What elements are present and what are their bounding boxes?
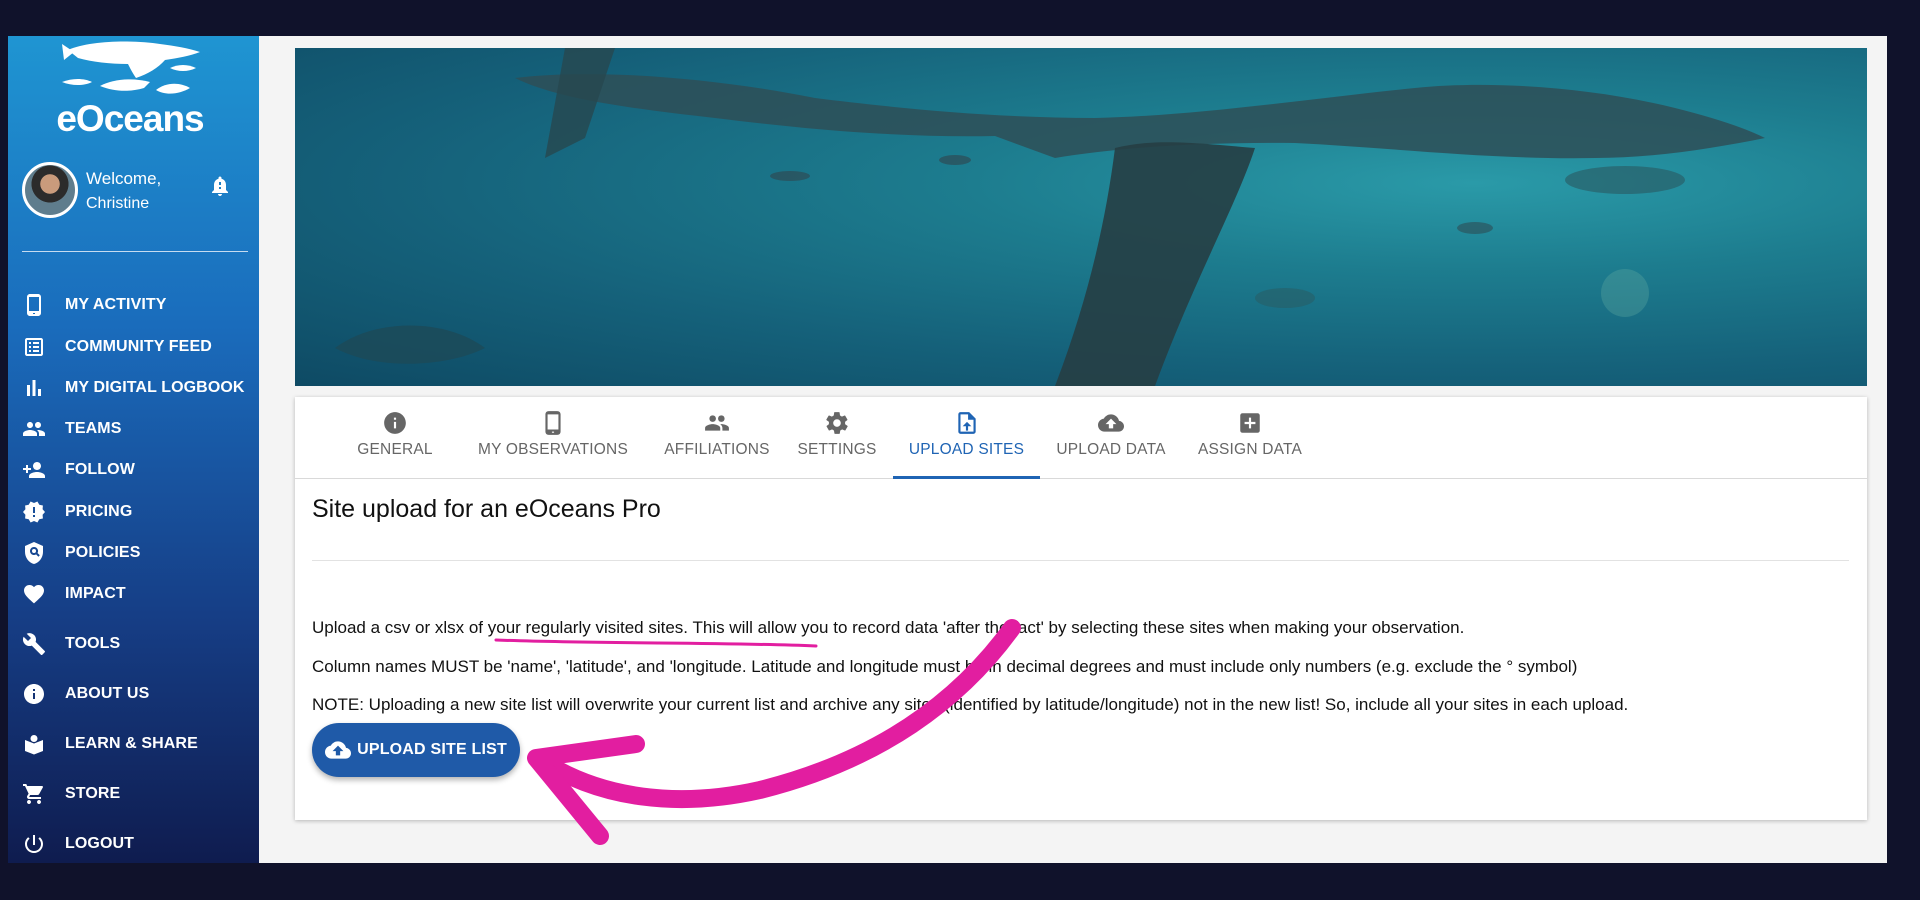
people-icon — [23, 422, 45, 436]
title-divider — [312, 560, 1849, 561]
bell-icon[interactable] — [208, 174, 232, 198]
sidebar-item-label: MY DIGITAL LOGBOOK — [65, 379, 245, 396]
wrench-icon — [22, 633, 45, 655]
sidebar-item-label: STORE — [65, 785, 121, 802]
tab-label: UPLOAD SITES — [908, 441, 1025, 458]
sidebar-item-logout[interactable]: LOGOUT — [22, 828, 252, 860]
app-window: eOceans Welcome, Christine MY ACTIVITY C… — [8, 36, 1887, 863]
tab-label: ASSIGN DATA — [1197, 441, 1303, 458]
tab-my-observations[interactable]: MY OBSERVATIONS — [458, 397, 648, 478]
instruction-paragraph-2: Column names MUST be 'name', 'latitude',… — [312, 657, 1578, 676]
user-panel: Welcome, Christine — [22, 162, 252, 222]
sidebar-item-label: MY ACTIVITY — [65, 296, 167, 313]
badge-icon — [23, 501, 45, 523]
people-icon — [705, 415, 729, 431]
sidebar-item-label: LOGOUT — [65, 835, 135, 852]
sidebar-divider — [22, 251, 248, 252]
sidebar-item-label: IMPACT — [65, 585, 126, 602]
page-title: Site upload for an eOceans Pro — [312, 495, 661, 523]
tab-label: GENERAL — [357, 441, 433, 458]
sidebar-item-label: TOOLS — [65, 635, 121, 652]
cart-icon — [23, 784, 43, 804]
sidebar-item-label: ABOUT US — [65, 685, 150, 702]
tab-label: SETTINGS — [797, 441, 877, 458]
hero-banner-image — [295, 48, 1867, 386]
user-name: Christine — [86, 195, 150, 212]
upload-site-list-button[interactable]: UPLOAD SITE LIST — [312, 723, 520, 777]
sidebar-item-label: TEAMS — [65, 420, 122, 437]
tab-upload-data[interactable]: UPLOAD DATA — [1051, 397, 1171, 478]
add-person-icon — [23, 462, 45, 478]
welcome-text: Welcome, Christine — [86, 166, 161, 216]
whale-shark-logo-icon — [62, 41, 200, 94]
sidebar-item-policies[interactable]: POLICIES — [22, 537, 252, 569]
sidebar-item-label: COMMUNITY FEED — [65, 338, 212, 355]
bar-chart-icon — [27, 380, 41, 396]
sidebar-item-label: FOLLOW — [65, 461, 135, 478]
gear-icon — [826, 412, 848, 434]
feed-icon — [25, 338, 43, 356]
book-icon — [25, 735, 43, 755]
brand-name: eOceans — [56, 98, 204, 139]
add-box-icon — [1240, 413, 1260, 433]
underwater-shark-image — [335, 48, 1765, 386]
tab-general[interactable]: GENERAL — [352, 397, 438, 478]
tab-affiliations[interactable]: AFFILIATIONS — [652, 397, 782, 478]
welcome-label: Welcome, — [86, 169, 162, 188]
tab-assign-data[interactable]: ASSIGN DATA — [1195, 397, 1305, 478]
instruction-paragraph-1: Upload a csv or xlsx of your regularly v… — [312, 618, 1465, 637]
profile-tabs: GENERAL MY OBSERVATIONS AFFILIATIONS SET… — [295, 397, 1867, 479]
sidebar-item-community-feed[interactable]: COMMUNITY FEED — [22, 331, 252, 363]
upload-button-label: UPLOAD SITE LIST — [357, 741, 507, 758]
sidebar-item-impact[interactable]: IMPACT — [22, 578, 252, 610]
shield-icon — [25, 542, 43, 564]
file-upload-icon — [957, 412, 976, 434]
tab-label: MY OBSERVATIONS — [477, 441, 628, 458]
phone-icon — [545, 411, 561, 435]
info-icon — [24, 684, 44, 704]
instruction-paragraph-3: NOTE: Uploading a new site list will ove… — [312, 695, 1629, 714]
tab-label: UPLOAD DATA — [1056, 441, 1166, 458]
sidebar-item-learn-share[interactable]: LEARN & SHARE — [22, 728, 252, 760]
info-icon — [384, 412, 406, 434]
eoceans-logo[interactable]: eOceans — [40, 38, 220, 139]
avatar[interactable] — [22, 162, 78, 218]
sidebar-item-follow[interactable]: FOLLOW — [22, 454, 252, 486]
sidebar-item-tools[interactable]: TOOLS — [22, 628, 252, 660]
sidebar-item-label: POLICIES — [65, 544, 141, 561]
sidebar-item-teams[interactable]: TEAMS — [22, 413, 252, 445]
power-icon — [25, 835, 43, 853]
cloud-upload-icon — [325, 741, 352, 759]
phone-icon — [27, 294, 41, 316]
sidebar-item-my-activity[interactable]: MY ACTIVITY — [22, 289, 252, 321]
sidebar-item-about-us[interactable]: ABOUT US — [22, 678, 252, 710]
sidebar-item-my-digital-logbook[interactable]: MY DIGITAL LOGBOOK — [22, 372, 252, 404]
heart-icon — [24, 585, 44, 604]
upload-sites-card: GENERAL MY OBSERVATIONS AFFILIATIONS SET… — [295, 397, 1867, 820]
sidebar-item-store[interactable]: STORE — [22, 778, 252, 810]
tab-settings[interactable]: SETTINGS — [792, 397, 882, 478]
tab-upload-sites[interactable]: UPLOAD SITES — [893, 397, 1040, 479]
sidebar-item-label: LEARN & SHARE — [65, 735, 198, 752]
cloud-upload-icon — [1098, 414, 1124, 432]
sidebar-item-label: PRICING — [65, 503, 133, 520]
tab-label: AFFILIATIONS — [664, 441, 770, 458]
sidebar: eOceans Welcome, Christine MY ACTIVITY C… — [8, 36, 259, 863]
sidebar-item-pricing[interactable]: PRICING — [22, 496, 252, 528]
